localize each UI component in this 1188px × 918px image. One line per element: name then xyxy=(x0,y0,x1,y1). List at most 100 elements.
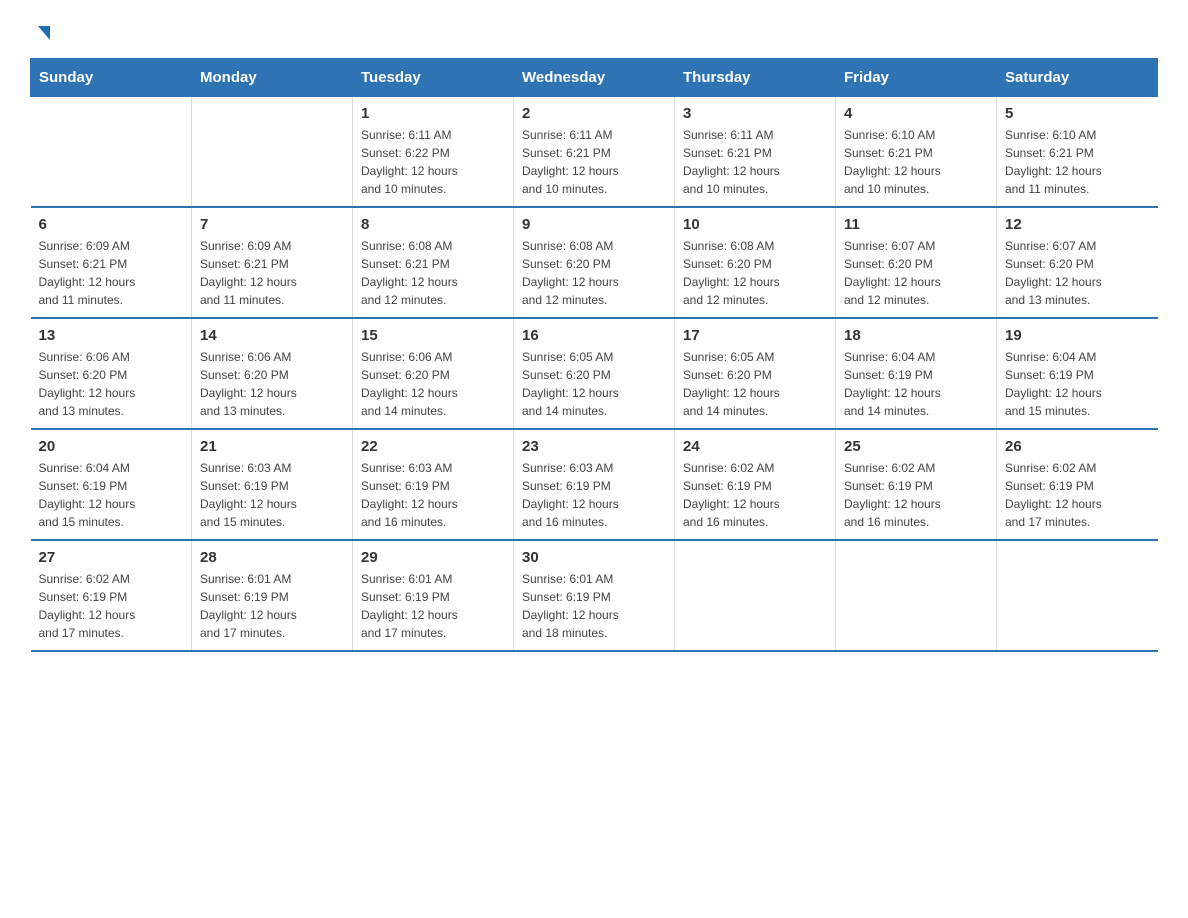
logo-content xyxy=(30,20,54,38)
calendar-day-21: 21 Sunrise: 6:03 AM Sunset: 6:19 PM Dayli… xyxy=(192,429,353,540)
day-info: Sunrise: 6:02 AM Sunset: 6:19 PM Dayligh… xyxy=(1005,459,1150,531)
day-number: 1 xyxy=(361,105,505,122)
day-number: 30 xyxy=(522,549,666,566)
weekday-header-sunday: Sunday xyxy=(31,59,192,97)
day-info: Sunrise: 6:02 AM Sunset: 6:19 PM Dayligh… xyxy=(39,570,184,642)
day-info: Sunrise: 6:07 AM Sunset: 6:20 PM Dayligh… xyxy=(844,237,988,309)
day-info: Sunrise: 6:08 AM Sunset: 6:20 PM Dayligh… xyxy=(683,237,827,309)
day-info: Sunrise: 6:02 AM Sunset: 6:19 PM Dayligh… xyxy=(683,459,827,531)
day-number: 13 xyxy=(39,327,184,344)
calendar-day-9: 9 Sunrise: 6:08 AM Sunset: 6:20 PM Daylig… xyxy=(514,207,675,318)
day-number: 17 xyxy=(683,327,827,344)
day-info: Sunrise: 6:05 AM Sunset: 6:20 PM Dayligh… xyxy=(683,348,827,420)
day-number: 4 xyxy=(844,105,988,122)
page-header xyxy=(30,20,1158,38)
calendar-empty-cell xyxy=(997,540,1158,651)
calendar-day-24: 24 Sunrise: 6:02 AM Sunset: 6:19 PM Dayli… xyxy=(675,429,836,540)
calendar-day-19: 19Sunrise: 6:04 AM Sunset: 6:19 PM Dayli… xyxy=(997,318,1158,429)
calendar-day-13: 13 Sunrise: 6:06 AM Sunset: 6:20 PM Dayli… xyxy=(31,318,192,429)
day-info: Sunrise: 6:06 AM Sunset: 6:20 PM Dayligh… xyxy=(361,348,505,420)
day-info: Sunrise: 6:07 AM Sunset: 6:20 PM Dayligh… xyxy=(1005,237,1150,309)
day-number: 8 xyxy=(361,216,505,233)
calendar-day-6: 6Sunrise: 6:09 AM Sunset: 6:21 PM Daylig… xyxy=(31,207,192,318)
day-number: 26 xyxy=(1005,438,1150,455)
day-info: Sunrise: 6:04 AM Sunset: 6:19 PM Dayligh… xyxy=(39,459,184,531)
calendar-week-row: 13 Sunrise: 6:06 AM Sunset: 6:20 PM Dayli… xyxy=(31,318,1158,429)
weekday-header-thursday: Thursday xyxy=(675,59,836,97)
calendar-empty-cell xyxy=(31,97,192,208)
day-number: 2 xyxy=(522,105,666,122)
day-info: Sunrise: 6:08 AM Sunset: 6:20 PM Dayligh… xyxy=(522,237,666,309)
day-info: Sunrise: 6:09 AM Sunset: 6:21 PM Dayligh… xyxy=(39,237,184,309)
calendar-day-27: 27 Sunrise: 6:02 AM Sunset: 6:19 PM Dayli… xyxy=(31,540,192,651)
calendar-week-row: 1Sunrise: 6:11 AM Sunset: 6:22 PM Daylig… xyxy=(31,97,1158,208)
calendar-day-18: 18Sunrise: 6:04 AM Sunset: 6:19 PM Dayli… xyxy=(836,318,997,429)
logo-triangle-icon xyxy=(32,22,54,44)
calendar-day-11: 11Sunrise: 6:07 AM Sunset: 6:20 PM Dayli… xyxy=(836,207,997,318)
day-info: Sunrise: 6:11 AM Sunset: 6:21 PM Dayligh… xyxy=(522,126,666,198)
calendar-day-8: 8 Sunrise: 6:08 AM Sunset: 6:21 PM Daylig… xyxy=(353,207,514,318)
day-number: 21 xyxy=(200,438,344,455)
day-number: 10 xyxy=(683,216,827,233)
day-number: 29 xyxy=(361,549,505,566)
calendar-day-4: 4 Sunrise: 6:10 AM Sunset: 6:21 PM Daylig… xyxy=(836,97,997,208)
day-info: Sunrise: 6:01 AM Sunset: 6:19 PM Dayligh… xyxy=(522,570,666,642)
calendar-day-2: 2 Sunrise: 6:11 AM Sunset: 6:21 PM Daylig… xyxy=(514,97,675,208)
calendar-table: SundayMondayTuesdayWednesdayThursdayFrid… xyxy=(30,58,1158,652)
day-number: 25 xyxy=(844,438,988,455)
day-info: Sunrise: 6:03 AM Sunset: 6:19 PM Dayligh… xyxy=(200,459,344,531)
day-info: Sunrise: 6:01 AM Sunset: 6:19 PM Dayligh… xyxy=(200,570,344,642)
day-info: Sunrise: 6:03 AM Sunset: 6:19 PM Dayligh… xyxy=(361,459,505,531)
weekday-header-row: SundayMondayTuesdayWednesdayThursdayFrid… xyxy=(31,59,1158,97)
calendar-day-23: 23 Sunrise: 6:03 AM Sunset: 6:19 PM Dayli… xyxy=(514,429,675,540)
calendar-empty-cell xyxy=(192,97,353,208)
day-number: 23 xyxy=(522,438,666,455)
calendar-day-17: 17 Sunrise: 6:05 AM Sunset: 6:20 PM Dayli… xyxy=(675,318,836,429)
weekday-header-wednesday: Wednesday xyxy=(514,59,675,97)
calendar-day-12: 12 Sunrise: 6:07 AM Sunset: 6:20 PM Dayli… xyxy=(997,207,1158,318)
calendar-day-10: 10 Sunrise: 6:08 AM Sunset: 6:20 PM Dayli… xyxy=(675,207,836,318)
calendar-day-15: 15 Sunrise: 6:06 AM Sunset: 6:20 PM Dayli… xyxy=(353,318,514,429)
weekday-header-saturday: Saturday xyxy=(997,59,1158,97)
weekday-header-tuesday: Tuesday xyxy=(353,59,514,97)
calendar-body: 1Sunrise: 6:11 AM Sunset: 6:22 PM Daylig… xyxy=(31,97,1158,652)
day-number: 28 xyxy=(200,549,344,566)
logo xyxy=(30,20,54,38)
calendar-day-22: 22Sunrise: 6:03 AM Sunset: 6:19 PM Dayli… xyxy=(353,429,514,540)
day-info: Sunrise: 6:08 AM Sunset: 6:21 PM Dayligh… xyxy=(361,237,505,309)
calendar-week-row: 6Sunrise: 6:09 AM Sunset: 6:21 PM Daylig… xyxy=(31,207,1158,318)
calendar-day-25: 25 Sunrise: 6:02 AM Sunset: 6:19 PM Dayli… xyxy=(836,429,997,540)
day-number: 16 xyxy=(522,327,666,344)
day-info: Sunrise: 6:06 AM Sunset: 6:20 PM Dayligh… xyxy=(39,348,184,420)
weekday-header-monday: Monday xyxy=(192,59,353,97)
day-info: Sunrise: 6:03 AM Sunset: 6:19 PM Dayligh… xyxy=(522,459,666,531)
day-number: 24 xyxy=(683,438,827,455)
day-number: 19 xyxy=(1005,327,1150,344)
day-number: 3 xyxy=(683,105,827,122)
day-number: 27 xyxy=(39,549,184,566)
day-info: Sunrise: 6:10 AM Sunset: 6:21 PM Dayligh… xyxy=(844,126,988,198)
day-info: Sunrise: 6:09 AM Sunset: 6:21 PM Dayligh… xyxy=(200,237,344,309)
calendar-day-29: 29 Sunrise: 6:01 AM Sunset: 6:19 PM Dayli… xyxy=(353,540,514,651)
calendar-day-1: 1Sunrise: 6:11 AM Sunset: 6:22 PM Daylig… xyxy=(353,97,514,208)
day-number: 12 xyxy=(1005,216,1150,233)
day-info: Sunrise: 6:06 AM Sunset: 6:20 PM Dayligh… xyxy=(200,348,344,420)
calendar-header: SundayMondayTuesdayWednesdayThursdayFrid… xyxy=(31,59,1158,97)
calendar-day-20: 20 Sunrise: 6:04 AM Sunset: 6:19 PM Dayli… xyxy=(31,429,192,540)
calendar-day-30: 30 Sunrise: 6:01 AM Sunset: 6:19 PM Dayli… xyxy=(514,540,675,651)
day-number: 9 xyxy=(522,216,666,233)
day-info: Sunrise: 6:05 AM Sunset: 6:20 PM Dayligh… xyxy=(522,348,666,420)
day-number: 15 xyxy=(361,327,505,344)
day-info: Sunrise: 6:01 AM Sunset: 6:19 PM Dayligh… xyxy=(361,570,505,642)
day-number: 5 xyxy=(1005,105,1150,122)
day-number: 7 xyxy=(200,216,344,233)
calendar-day-26: 26 Sunrise: 6:02 AM Sunset: 6:19 PM Dayli… xyxy=(997,429,1158,540)
weekday-header-friday: Friday xyxy=(836,59,997,97)
day-number: 20 xyxy=(39,438,184,455)
day-number: 18 xyxy=(844,327,988,344)
calendar-day-28: 28 Sunrise: 6:01 AM Sunset: 6:19 PM Dayli… xyxy=(192,540,353,651)
calendar-week-row: 27 Sunrise: 6:02 AM Sunset: 6:19 PM Dayli… xyxy=(31,540,1158,651)
day-info: Sunrise: 6:02 AM Sunset: 6:19 PM Dayligh… xyxy=(844,459,988,531)
day-info: Sunrise: 6:10 AM Sunset: 6:21 PM Dayligh… xyxy=(1005,126,1150,198)
calendar-day-5: 5 Sunrise: 6:10 AM Sunset: 6:21 PM Daylig… xyxy=(997,97,1158,208)
